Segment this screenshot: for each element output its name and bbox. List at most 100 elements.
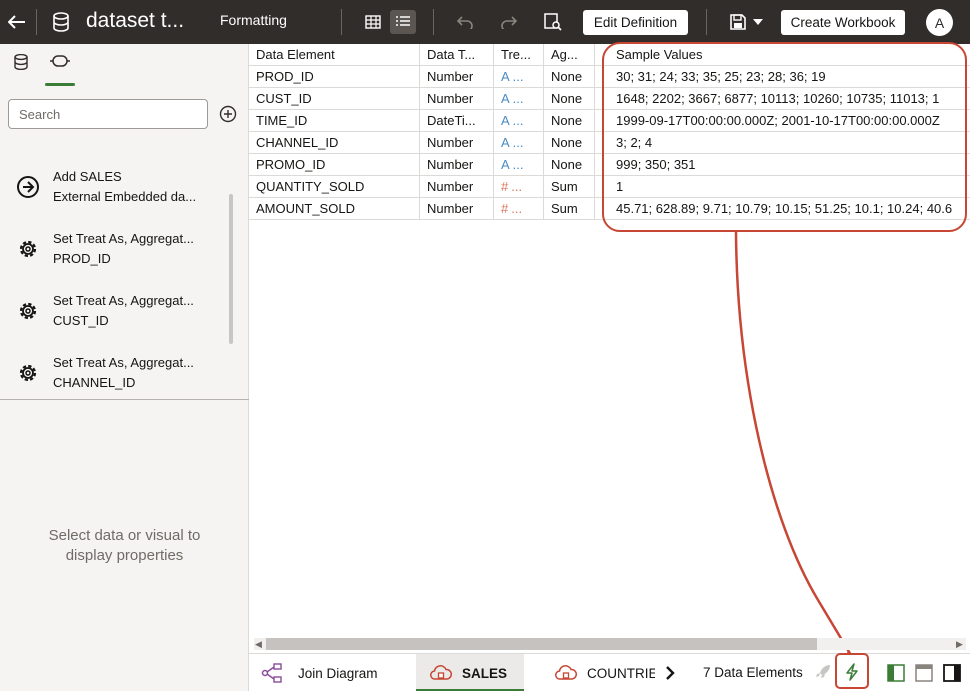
- data-element-cell[interactable]: PROD_ID: [249, 66, 420, 88]
- column-header[interactable]: Sample Values: [595, 44, 970, 66]
- data-type-cell[interactable]: DateTi...: [420, 110, 494, 132]
- tab-join-diagram[interactable]: Join Diagram: [261, 654, 411, 691]
- toggle-right-panel-button[interactable]: [941, 662, 963, 684]
- redo-icon: [501, 16, 518, 29]
- data-type-cell[interactable]: Number: [420, 88, 494, 110]
- scroll-tabs-right-button[interactable]: [660, 663, 680, 683]
- search-input[interactable]: [8, 99, 208, 129]
- data-type-cell[interactable]: Number: [420, 66, 494, 88]
- scroll-right-arrow[interactable]: ▶: [956, 639, 963, 650]
- table-row[interactable]: PROD_ID Number A... None 30; 31; 24; 33; 35;…: [249, 66, 970, 88]
- create-workbook-button[interactable]: Create Workbook: [781, 10, 905, 35]
- table-row[interactable]: AMOUNT_SOLD Number #... Sum 45.71; 628.89; 9…: [249, 198, 970, 220]
- sample-values-cell[interactable]: 1: [595, 176, 970, 198]
- tab-sales[interactable]: SALES: [416, 654, 524, 691]
- edit-definition-button[interactable]: Edit Definition: [583, 10, 688, 35]
- history-item[interactable]: Set Treat As, Aggregat... CHANNEL_ID: [0, 349, 226, 399]
- sample-values-cell[interactable]: 3; 2; 4: [595, 132, 970, 154]
- history-item[interactable]: Set Treat As, Aggregat... PROD_ID: [0, 225, 226, 275]
- back-button[interactable]: [4, 8, 30, 36]
- arrow-right-circle-icon: [16, 175, 42, 201]
- treat-as-cell[interactable]: A...: [494, 66, 544, 88]
- save-button[interactable]: [726, 11, 766, 33]
- treat-as-cell[interactable]: A...: [494, 88, 544, 110]
- data-element-cell[interactable]: CHANNEL_ID: [249, 132, 420, 154]
- aggregation-cell[interactable]: None: [544, 88, 595, 110]
- horizontal-scrollbar-thumb[interactable]: [266, 638, 817, 650]
- treat-as-cell[interactable]: #...: [494, 176, 544, 198]
- tab-data[interactable]: [8, 54, 34, 82]
- add-button[interactable]: [219, 105, 237, 123]
- treat-as-cell[interactable]: A...: [494, 110, 544, 132]
- toolbar-divider: [341, 9, 342, 35]
- data-type-cell[interactable]: Number: [420, 198, 494, 220]
- column-header[interactable]: Ag...: [544, 44, 595, 66]
- aggregation-cell[interactable]: None: [544, 66, 595, 88]
- treat-as-label: ...: [511, 201, 523, 216]
- sample-values-cell[interactable]: 1648; 2202; 3667; 6877; 10113; 10260; 10…: [595, 88, 970, 110]
- quick-actions-button[interactable]: [840, 661, 864, 683]
- panel-divider: [0, 399, 249, 400]
- tab-countries[interactable]: COUNTRIE: [555, 654, 655, 691]
- treat-as-cell[interactable]: A...: [494, 132, 544, 154]
- aggregation-cell[interactable]: None: [544, 110, 595, 132]
- table-row[interactable]: PROMO_ID Number A... None 999; 350; 351: [249, 154, 970, 176]
- sample-values-cell[interactable]: 999; 350; 351: [595, 154, 970, 176]
- avatar[interactable]: A: [926, 9, 953, 36]
- history-scrollbar[interactable]: [229, 194, 233, 344]
- history-item-detail: PROD_ID: [53, 251, 111, 266]
- attribute-icon: A: [501, 69, 510, 84]
- table-row[interactable]: TIME_ID DateTi... A... None 1999-09-17T00:00…: [249, 110, 970, 132]
- table-row[interactable]: CUST_ID Number A... None 1648; 2202; 3667; 6…: [249, 88, 970, 110]
- sample-values-cell[interactable]: 30; 31; 24; 33; 35; 25; 23; 28; 36; 19: [595, 66, 970, 88]
- history-item-detail: CUST_ID: [53, 313, 109, 328]
- redo-button[interactable]: [498, 12, 520, 32]
- table-row[interactable]: CHANNEL_ID Number A... None 3; 2; 4: [249, 132, 970, 154]
- aggregation-cell[interactable]: Sum: [544, 176, 595, 198]
- measure-icon: #: [501, 201, 509, 216]
- data-element-cell[interactable]: QUANTITY_SOLD: [249, 176, 420, 198]
- column-header[interactable]: Data Element: [249, 44, 420, 66]
- left-panel-icon: [887, 664, 905, 682]
- column-header[interactable]: Data T...: [420, 44, 494, 66]
- toggle-left-panel-button[interactable]: [885, 662, 907, 684]
- formatting-button[interactable]: Formatting: [220, 12, 287, 28]
- column-header[interactable]: Tre...: [494, 44, 544, 66]
- data-type-cell[interactable]: Number: [420, 154, 494, 176]
- sample-values-cell[interactable]: 1999-09-17T00:00:00.000Z; 2001-10-17T00:…: [595, 110, 970, 132]
- treat-as-label: ...: [512, 135, 524, 150]
- data-element-cell[interactable]: PROMO_ID: [249, 154, 420, 176]
- data-element-cell[interactable]: CUST_ID: [249, 88, 420, 110]
- left-panel: Add SALES External Embedded da... Set Tr…: [0, 44, 249, 691]
- data-type-cell[interactable]: Number: [420, 132, 494, 154]
- aggregation-cell[interactable]: Sum: [544, 198, 595, 220]
- preview-button[interactable]: [541, 11, 565, 33]
- data-element-cell[interactable]: TIME_ID: [249, 110, 420, 132]
- tab-properties[interactable]: [45, 54, 75, 86]
- tab-label: Join Diagram: [298, 665, 378, 681]
- data-type-cell[interactable]: Number: [420, 176, 494, 198]
- toolbar-divider: [433, 9, 434, 35]
- metadata-view-button[interactable]: [390, 10, 416, 34]
- aggregation-cell[interactable]: None: [544, 132, 595, 154]
- treat-as-label: ...: [512, 113, 524, 128]
- chevron-down-icon: [753, 19, 763, 25]
- data-element-cell[interactable]: AMOUNT_SOLD: [249, 198, 420, 220]
- grid-view-button[interactable]: [360, 10, 386, 34]
- toggle-bottom-panel-button[interactable]: [913, 662, 935, 684]
- scroll-left-arrow[interactable]: ◀: [255, 639, 262, 650]
- history-item-detail: External Embedded da...: [53, 189, 197, 204]
- dataset-title[interactable]: dataset t...: [86, 9, 184, 33]
- treat-as-cell[interactable]: #...: [494, 198, 544, 220]
- undo-icon: [456, 16, 473, 29]
- aggregation-cell[interactable]: None: [544, 154, 595, 176]
- treat-as-cell[interactable]: A...: [494, 154, 544, 176]
- history-item[interactable]: Add SALES External Embedded da...: [0, 163, 226, 213]
- sample-values-cell[interactable]: 45.71; 628.89; 9.71; 10.79; 10.15; 51.25…: [595, 198, 970, 220]
- change-history-list: Add SALES External Embedded da... Set Tr…: [0, 154, 240, 399]
- undo-button[interactable]: [454, 12, 476, 32]
- table-row[interactable]: QUANTITY_SOLD Number #... Sum 1: [249, 176, 970, 198]
- run-button[interactable]: [812, 661, 834, 683]
- history-item-title: Add SALES: [53, 169, 122, 184]
- history-item[interactable]: Set Treat As, Aggregat... CUST_ID: [0, 287, 226, 337]
